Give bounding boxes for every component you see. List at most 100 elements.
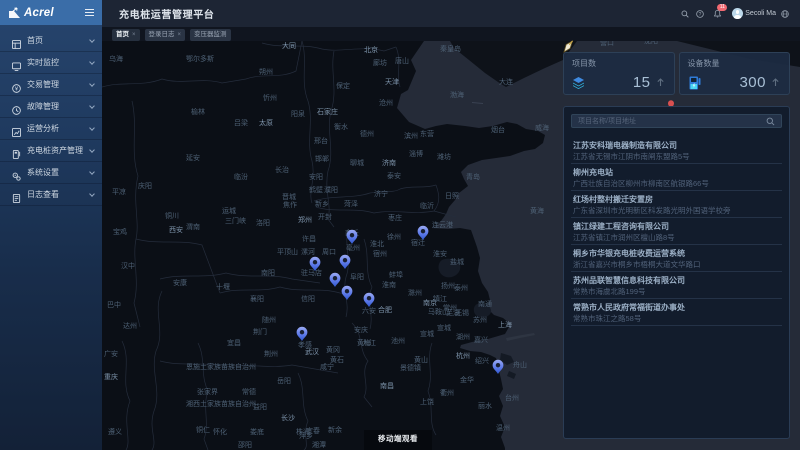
svg-text:苏州: 苏州	[473, 315, 487, 324]
svg-text:聊城: 聊城	[350, 158, 364, 167]
svg-text:漯河: 漯河	[301, 247, 315, 256]
svg-text:舟山: 舟山	[513, 360, 527, 369]
svg-text:唐山: 唐山	[395, 56, 409, 65]
svg-text:榆林: 榆林	[191, 107, 205, 116]
svg-text:池州: 池州	[391, 336, 405, 345]
svg-text:乌海: 乌海	[109, 54, 123, 63]
svg-text:烟台: 烟台	[491, 125, 505, 134]
svg-text:济南: 济南	[382, 158, 396, 167]
svg-text:淮北: 淮北	[370, 239, 384, 248]
svg-text:新余: 新余	[328, 425, 342, 434]
svg-text:渤海: 渤海	[450, 90, 464, 99]
svg-text:泰安: 泰安	[387, 171, 401, 180]
svg-text:大同: 大同	[282, 41, 296, 50]
svg-text:上海: 上海	[498, 320, 512, 329]
svg-text:廊坊: 廊坊	[373, 58, 387, 67]
svg-text:重庆: 重庆	[104, 372, 118, 381]
svg-text:盐城: 盐城	[450, 257, 464, 266]
svg-text:张家界: 张家界	[197, 387, 218, 396]
svg-text:株洲: 株洲	[296, 427, 310, 436]
svg-text:铜川: 铜川	[165, 211, 179, 220]
svg-text:滁州: 滁州	[408, 288, 422, 297]
svg-text:开封: 开封	[318, 212, 332, 221]
svg-text:许昌: 许昌	[302, 234, 316, 243]
svg-text:黄冈: 黄冈	[326, 345, 340, 354]
svg-text:黄山: 黄山	[414, 355, 428, 364]
svg-text:黄海: 黄海	[530, 206, 544, 215]
svg-text:亳州: 亳州	[346, 243, 360, 252]
svg-text:淮南: 淮南	[382, 280, 396, 289]
svg-text:怀化: 怀化	[213, 427, 227, 436]
svg-text:渭南: 渭南	[186, 222, 200, 231]
svg-text:太原: 太原	[259, 118, 273, 127]
svg-text:阳泉: 阳泉	[291, 109, 305, 118]
svg-text:巴中: 巴中	[107, 300, 121, 309]
svg-text:宝鸡: 宝鸡	[113, 227, 127, 236]
svg-text:安康: 安康	[173, 278, 187, 287]
svg-text:岳阳: 岳阳	[277, 376, 291, 385]
svg-text:鄂尔多斯: 鄂尔多斯	[186, 54, 214, 63]
svg-text:周口: 周口	[322, 248, 336, 256]
svg-text:六安: 六安	[362, 306, 376, 315]
svg-text:随州: 随州	[262, 315, 276, 324]
svg-text:青岛: 青岛	[466, 172, 480, 181]
svg-text:杭州: 杭州	[456, 351, 470, 360]
svg-text:?: ?	[699, 11, 702, 17]
svg-text:菏泽: 菏泽	[344, 199, 358, 208]
svg-text:湖州: 湖州	[456, 332, 470, 341]
svg-text:临沂: 临沂	[420, 201, 434, 210]
svg-text:阜阳: 阜阳	[350, 272, 364, 281]
svg-text:营口: 营口	[600, 41, 614, 47]
svg-text:吕梁: 吕梁	[234, 118, 248, 127]
svg-text:长治: 长治	[275, 165, 289, 174]
svg-text:合肥: 合肥	[378, 305, 392, 314]
svg-text:咸宁: 咸宁	[320, 362, 334, 371]
svg-text:三门峡: 三门峡	[225, 216, 246, 225]
svg-text:九江: 九江	[362, 338, 376, 347]
svg-text:湘潭: 湘潭	[312, 440, 326, 449]
svg-text:宜昌: 宜昌	[227, 338, 241, 347]
svg-text:娄底: 娄底	[250, 427, 264, 436]
svg-text:临汾: 临汾	[234, 172, 248, 181]
svg-text:宿州: 宿州	[373, 249, 387, 258]
svg-text:温州: 温州	[496, 423, 510, 432]
svg-text:武汉: 武汉	[305, 347, 319, 356]
svg-text:金华: 金华	[460, 375, 474, 384]
svg-text:景德镇: 景德镇	[400, 363, 421, 372]
svg-text:天津: 天津	[385, 78, 399, 86]
svg-text:晋城: 晋城	[282, 193, 296, 201]
svg-text:运城: 运城	[222, 207, 236, 215]
svg-text:石家庄: 石家庄	[317, 107, 338, 116]
svg-text:襄阳: 襄阳	[250, 294, 264, 303]
svg-text:日照: 日照	[445, 192, 459, 200]
svg-text:西安: 西安	[169, 225, 183, 234]
svg-text:黄石: 黄石	[330, 355, 344, 364]
svg-text:荆门: 荆门	[253, 327, 267, 336]
svg-text:新乡: 新乡	[315, 199, 329, 208]
svg-text:淮安: 淮安	[433, 249, 447, 258]
svg-text:潍坊: 潍坊	[437, 152, 451, 161]
svg-text:邯郸: 邯郸	[315, 154, 329, 163]
svg-text:铜仁: 铜仁	[196, 425, 210, 434]
svg-text:长沙: 长沙	[281, 413, 295, 422]
svg-text:信阳: 信阳	[301, 294, 315, 303]
svg-text:宣城: 宣城	[420, 329, 434, 338]
svg-text:汉中: 汉中	[121, 261, 135, 270]
svg-text:常德: 常德	[242, 387, 256, 396]
svg-text:恩施土家族苗族自治州: 恩施土家族苗族自治州	[186, 362, 256, 371]
svg-text:丽水: 丽水	[478, 401, 492, 410]
svg-text:平凉: 平凉	[112, 187, 126, 196]
svg-text:衡水: 衡水	[334, 122, 348, 131]
svg-text:邢台: 邢台	[314, 136, 328, 145]
svg-text:镇江: 镇江	[433, 294, 447, 303]
svg-text:驻马店: 驻马店	[301, 268, 322, 277]
svg-text:广安: 广安	[104, 349, 118, 358]
svg-text:济宁: 济宁	[374, 189, 388, 198]
svg-text:达州: 达州	[123, 321, 137, 330]
svg-text:北京: 北京	[364, 45, 378, 54]
svg-text:邵阳: 邵阳	[238, 440, 252, 449]
svg-text:保定: 保定	[336, 81, 350, 90]
svg-text:上饶: 上饶	[420, 397, 434, 406]
svg-text:荆州: 荆州	[264, 349, 278, 358]
svg-text:安阳: 安阳	[309, 172, 323, 181]
